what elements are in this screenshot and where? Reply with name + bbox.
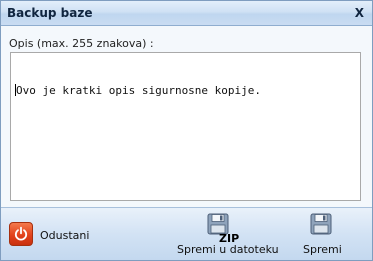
save-button[interactable]: Spremi [298,212,344,258]
close-button[interactable]: X [355,6,364,20]
save-to-file-label: Spremi u datoteku [177,243,279,256]
description-value: Ovo je kratki opis sigurnosne kopije. [16,84,262,97]
description-label: Opis (max. 255 znakova) : [9,37,154,50]
description-textarea[interactable]: Ovo je kratki opis sigurnosne kopije. [10,52,361,201]
dialog-title: Backup baze [7,6,93,20]
cancel-label: Odustani [40,229,90,242]
floppy-disk-icon [310,213,332,235]
power-icon [9,222,33,246]
save-label: Spremi [303,243,342,256]
save-to-file-button[interactable]: ZIP Spremi u datoteku [173,212,279,258]
backup-dialog: Backup baze X Opis (max. 255 znakova) : … [0,0,373,261]
title-bar[interactable]: Backup baze X [1,1,372,26]
cancel-button[interactable]: Odustani [9,222,99,248]
button-bar: Odustani ZIP Spremi u datoteku Spremi [1,207,372,260]
